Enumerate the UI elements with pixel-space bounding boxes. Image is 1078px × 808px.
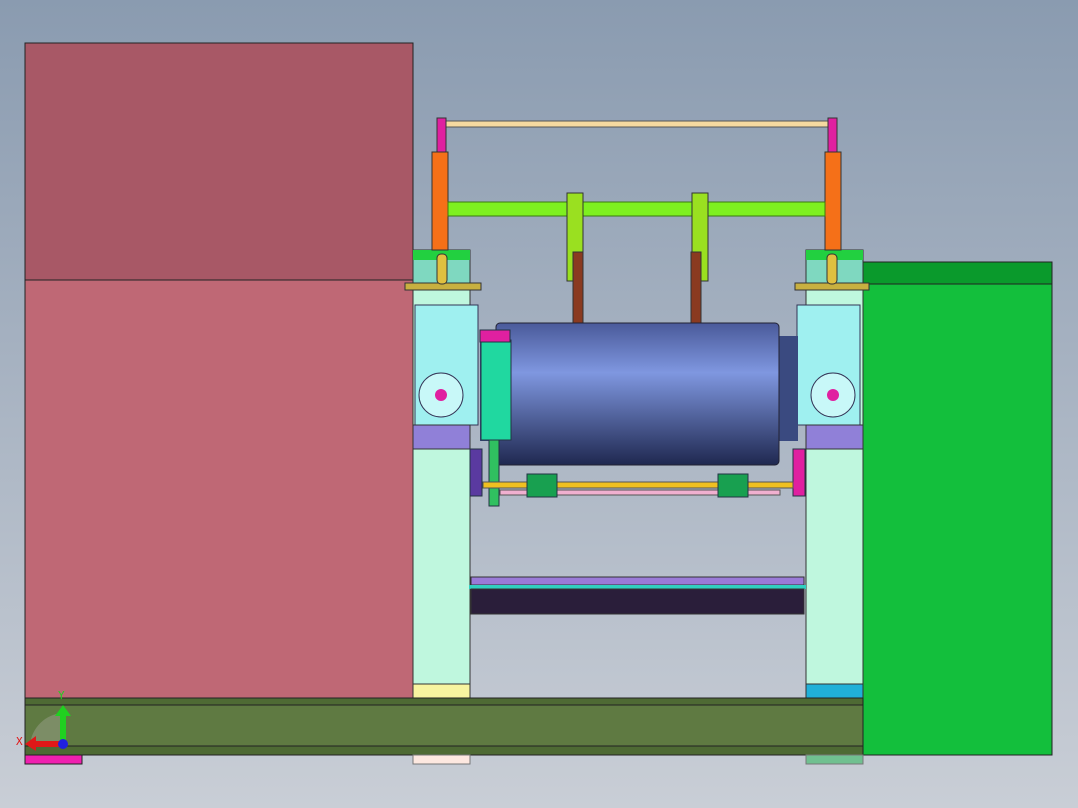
top-rod (444, 120, 831, 128)
hanger-rod-right (690, 251, 702, 325)
z-axis-dot (58, 739, 68, 749)
left-orange-post (431, 151, 449, 251)
slider-left[interactable] (526, 473, 558, 498)
y-axis-label: Y (58, 689, 65, 702)
cad-viewport[interactable]: X Y (0, 0, 1078, 808)
green-bar (447, 201, 826, 217)
slider-right[interactable] (717, 473, 749, 498)
left-handle (436, 253, 448, 285)
tray-top (470, 576, 805, 586)
right-handle (826, 253, 838, 285)
hanger-rod-left (572, 251, 584, 325)
y-axis-arrow (60, 713, 66, 743)
right-orange-post (824, 151, 842, 251)
right-block[interactable] (861, 261, 1053, 756)
pneumatic-cylinder[interactable] (480, 339, 512, 441)
left-block-bottom[interactable] (24, 279, 414, 701)
right-block-top (861, 261, 1053, 285)
left-block-top[interactable] (24, 42, 414, 281)
x-axis-label: X (16, 735, 23, 748)
right-plate (805, 424, 864, 450)
roller[interactable] (495, 322, 780, 466)
tray (470, 588, 805, 615)
x-axis-arrow (34, 741, 62, 747)
left-plate (412, 424, 471, 450)
cad-model: X Y (16, 42, 1053, 765)
